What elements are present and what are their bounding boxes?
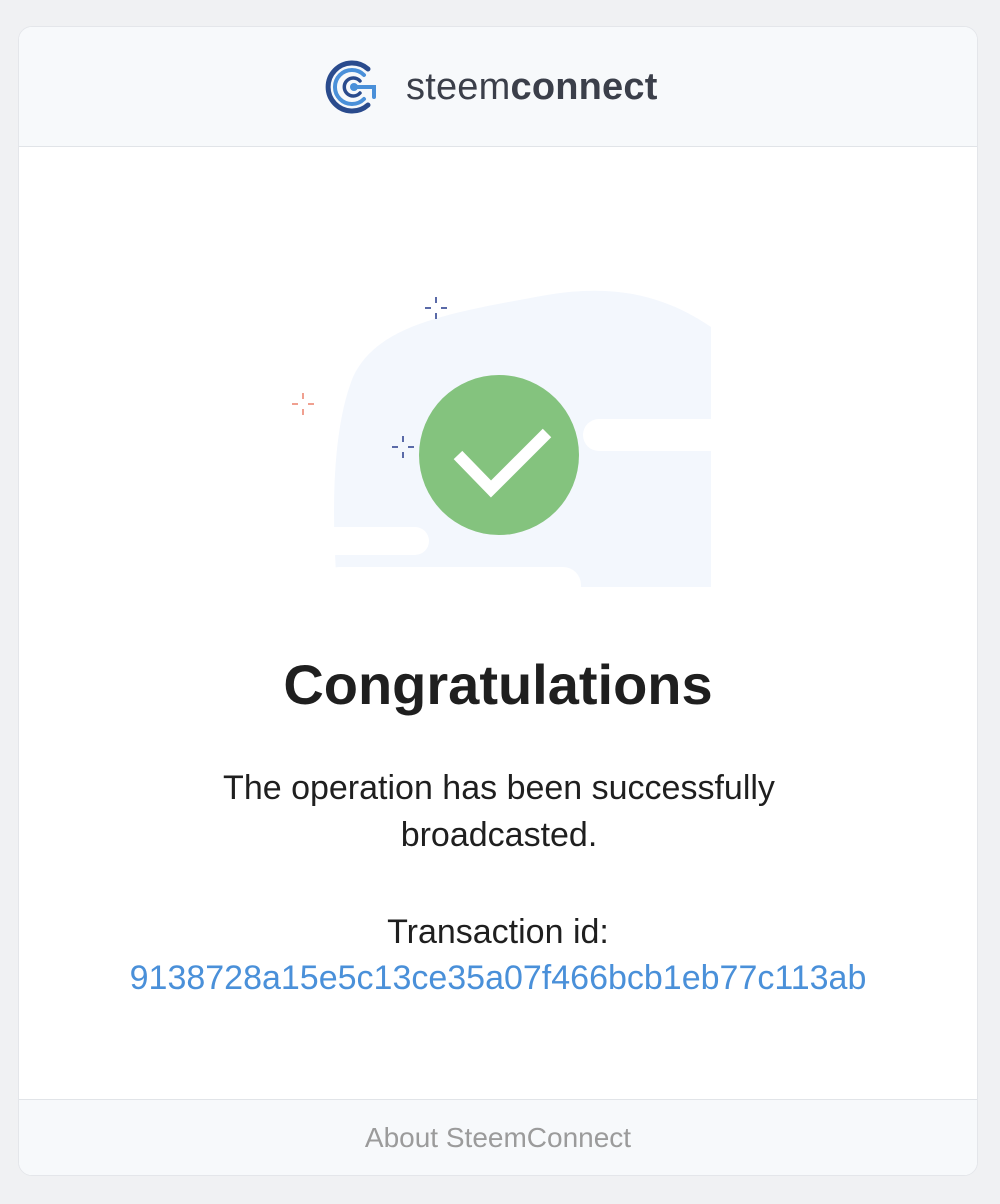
cloud-shape [583,419,717,451]
sparkle-icon [425,297,447,319]
page-title: Congratulations [283,653,713,716]
brand-name-bold: connect [510,66,658,108]
steemconnect-logo-icon [325,60,376,114]
brand-name-light: steem [406,66,511,108]
about-steemconnect-link[interactable]: About SteemConnect [365,1120,631,1156]
success-message: The operation has been successfully broa… [223,769,775,854]
transaction-id-label: Transaction id: [387,913,609,951]
header-bar: steemconnect [19,27,977,147]
brand-link[interactable]: steemconnect [324,57,658,117]
success-circle [419,375,579,535]
transaction-id-link[interactable]: 9138728a15e5c13ce35a07f466bcb1eb77c113ab [19,955,977,1002]
success-card: steemconnect Congratulations The operati… [18,26,978,1176]
cloud-shape [307,527,429,555]
cloud-shape [321,567,581,587]
footer-bar: About SteemConnect [19,1099,977,1175]
success-illustration [292,290,717,587]
brand-name: steemconnect [406,57,658,117]
sparkle-icon [292,393,314,415]
